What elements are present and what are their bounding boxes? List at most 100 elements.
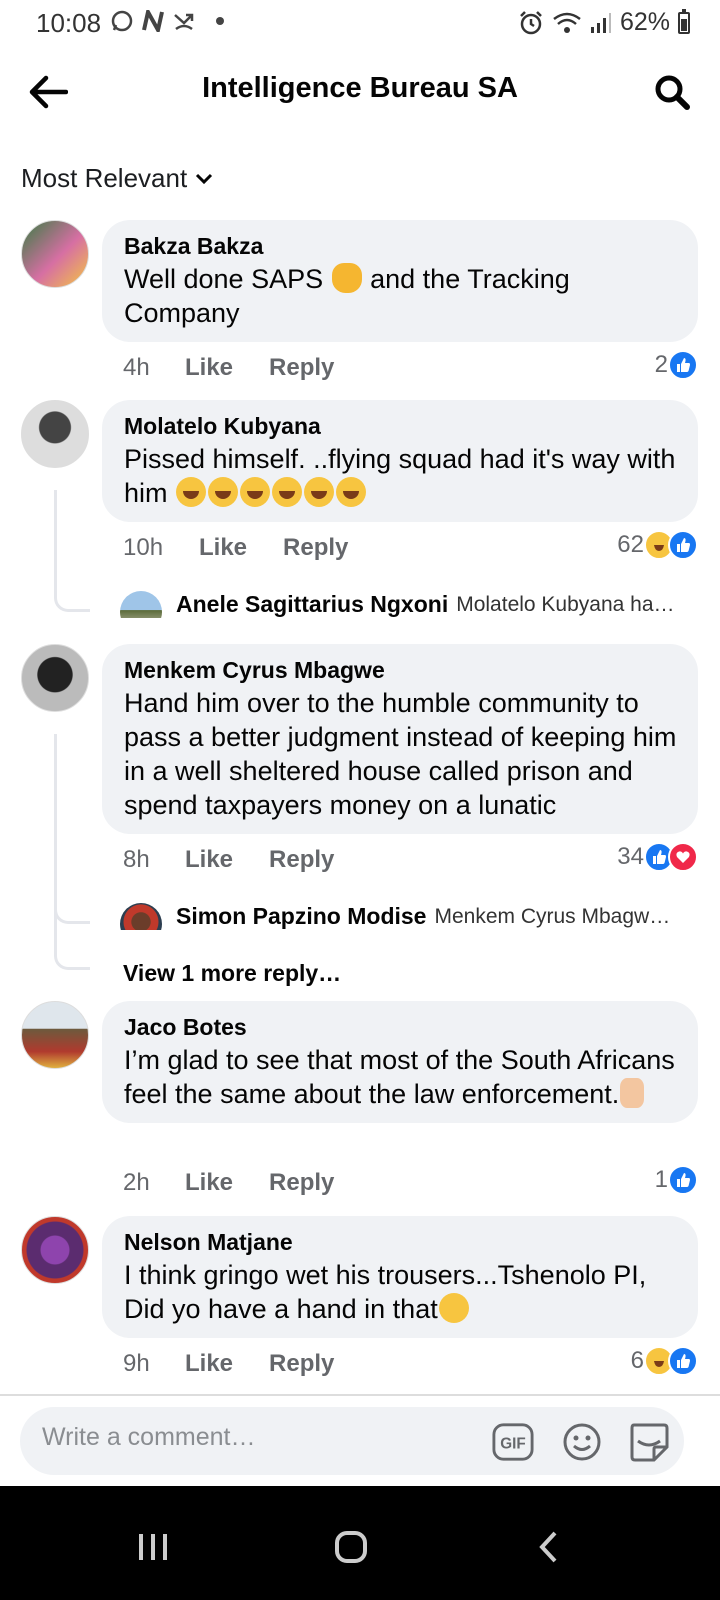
emoji-button[interactable] xyxy=(561,1421,603,1463)
comment-time: 9h xyxy=(123,1350,150,1377)
comment-bubble[interactable]: Nelson Matjane I think gringo wet his tr… xyxy=(102,1216,698,1338)
reply-author[interactable]: Anele Sagittarius Ngxoni xyxy=(176,591,448,618)
comment-text-part: Well done SAPS xyxy=(124,264,331,294)
view-more-replies-link[interactable]: View 1 more reply… xyxy=(123,960,341,987)
search-icon xyxy=(655,75,690,110)
netflix-icon xyxy=(142,10,164,32)
comment-text: Hand him over to the humble community to… xyxy=(124,688,677,820)
reaction-count: 1 xyxy=(654,1166,668,1193)
reaction-count: 2 xyxy=(654,351,668,378)
avatar[interactable] xyxy=(120,591,162,618)
comment-author[interactable]: Molatelo Kubyana xyxy=(124,412,678,440)
reply-button[interactable]: Reply xyxy=(269,1169,334,1197)
comment-actions: 10h Like Reply xyxy=(123,534,384,562)
system-navigation-bar xyxy=(0,1486,720,1600)
status-time: 10:08 xyxy=(36,8,102,38)
back-nav-button[interactable] xyxy=(524,1522,574,1572)
reply-button[interactable]: Reply xyxy=(269,1350,334,1378)
like-reaction-icon xyxy=(668,530,698,560)
avatar[interactable] xyxy=(21,1001,89,1069)
comment-bubble[interactable]: Jaco Botes I’m glad to see that most of … xyxy=(102,1001,698,1123)
reply-button[interactable]: Reply xyxy=(269,846,334,874)
home-button[interactable] xyxy=(326,1522,376,1572)
thread-connector xyxy=(54,490,90,612)
comment-bubble[interactable]: Menkem Cyrus Mbagwe Hand him over to the… xyxy=(102,644,698,834)
comment-author[interactable]: Bakza Bakza xyxy=(124,232,678,260)
like-button[interactable]: Like xyxy=(185,846,233,874)
laughing-emoji-icon xyxy=(208,477,239,507)
status-bar: 10:08 62% xyxy=(0,0,720,46)
page-title: Intelligence Bureau SA xyxy=(202,72,518,104)
reply-button[interactable]: Reply xyxy=(283,534,348,562)
svg-text:GIF: GIF xyxy=(500,1436,525,1453)
gif-icon: GIF xyxy=(492,1423,534,1461)
whatsapp-icon xyxy=(111,10,133,32)
laughing-emoji-icon xyxy=(240,477,271,507)
alarm-icon xyxy=(520,10,542,34)
like-button[interactable]: Like xyxy=(185,1350,233,1378)
signal-icon xyxy=(590,12,611,33)
recent-apps-button[interactable] xyxy=(128,1522,178,1572)
like-reaction-icon xyxy=(668,350,698,380)
like-button[interactable]: Like xyxy=(185,354,233,382)
avatar[interactable] xyxy=(21,220,89,288)
more-notifications-dot xyxy=(216,17,224,25)
avatar[interactable] xyxy=(21,644,89,712)
comment-text: I’m glad to see that most of the South A… xyxy=(124,1043,678,1111)
reaction-summary[interactable]: 62 xyxy=(617,530,698,560)
sort-dropdown[interactable]: Most Relevant xyxy=(21,163,213,194)
thinking-face-emoji-icon xyxy=(438,1293,469,1323)
comment-time: 2h xyxy=(123,1169,150,1196)
battery-fill xyxy=(681,19,687,31)
reaction-summary[interactable]: 1 xyxy=(655,1165,698,1195)
thread-connector xyxy=(54,910,90,970)
reaction-summary[interactable]: 2 xyxy=(655,350,698,380)
love-reaction-icon xyxy=(668,842,698,872)
thread-connector xyxy=(54,734,90,924)
laughing-emoji-icon xyxy=(336,477,367,507)
comment-actions: 2h Like Reply xyxy=(123,1169,370,1197)
chevron-down-icon xyxy=(196,173,213,184)
search-button[interactable] xyxy=(648,68,696,116)
reaction-summary[interactable]: 34 xyxy=(617,842,698,872)
comment-time: 10h xyxy=(123,534,164,561)
comment-author[interactable]: Menkem Cyrus Mbagwe xyxy=(124,656,678,684)
reply-preview[interactable]: Simon Papzino Modise Menkem Cyrus Mbagw… xyxy=(120,903,700,930)
comment-text-part: I think gringo wet his trousers...Tsheno… xyxy=(124,1260,647,1324)
reaction-count: 34 xyxy=(617,843,644,870)
comment-composer[interactable]: GIF xyxy=(20,1407,684,1475)
laughing-emoji-icon xyxy=(272,477,303,507)
app-header: Intelligence Bureau SA xyxy=(0,50,720,130)
reply-author[interactable]: Simon Papzino Modise xyxy=(176,903,426,930)
comment-text: Well done SAPS and the Tracking Company xyxy=(124,262,678,330)
sticker-button[interactable] xyxy=(628,1421,670,1463)
laughing-emoji-icon xyxy=(304,477,335,507)
notification-icons xyxy=(110,9,224,33)
comment-author[interactable]: Jaco Botes xyxy=(124,1013,678,1041)
reaction-summary[interactable]: 6 xyxy=(631,1346,698,1376)
battery-percent: 62% xyxy=(619,8,670,36)
comment-input[interactable] xyxy=(42,1423,462,1452)
avatar[interactable] xyxy=(120,903,162,930)
like-button[interactable]: Like xyxy=(199,534,247,562)
comment-text-part: Pissed himself. ..flying squad had it's … xyxy=(124,444,676,508)
like-button[interactable]: Like xyxy=(185,1169,233,1197)
composer-divider xyxy=(0,1394,720,1396)
thumbs-up-emoji-icon xyxy=(620,1078,645,1108)
comment-text: Pissed himself. ..flying squad had it's … xyxy=(124,442,678,510)
reply-preview[interactable]: Anele Sagittarius Ngxoni Molatelo Kubyan… xyxy=(120,591,700,618)
comment-bubble[interactable]: Bakza Bakza Well done SAPS and the Track… xyxy=(102,220,698,342)
avatar[interactable] xyxy=(21,1216,89,1284)
comment-text: I think gringo wet his trousers...Tsheno… xyxy=(124,1258,678,1326)
comment-bubble[interactable]: Molatelo Kubyana Pissed himself. ..flyin… xyxy=(102,400,698,522)
chevron-left-icon xyxy=(539,1531,557,1563)
comment-author[interactable]: Nelson Matjane xyxy=(124,1228,678,1256)
missed-call-icon xyxy=(174,13,194,31)
reply-button[interactable]: Reply xyxy=(269,354,334,382)
clapping-hands-emoji-icon xyxy=(331,263,362,293)
laughing-emoji-icon xyxy=(176,477,207,507)
avatar[interactable] xyxy=(21,400,89,468)
gif-button[interactable]: GIF xyxy=(492,1421,534,1463)
smiley-icon xyxy=(563,1423,601,1461)
comment-actions: 9h Like Reply xyxy=(123,1350,370,1378)
